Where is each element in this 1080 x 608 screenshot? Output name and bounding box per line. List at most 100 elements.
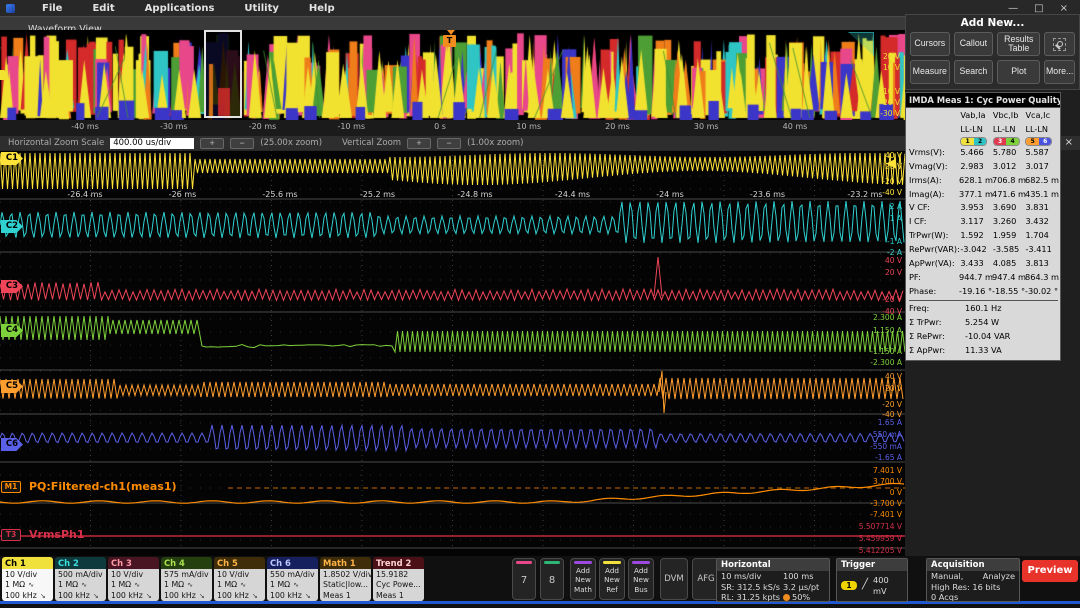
channel-badge-body: 10 V/div1 MΩ∿100 kHz↘ <box>108 569 159 601</box>
horizontal-value: SR: 312.5 kS/s <box>721 582 783 593</box>
source-pair-badge: 12 <box>960 137 987 146</box>
add-new-plot-button[interactable]: Plot <box>997 60 1040 84</box>
main-time-label: -26 ms <box>153 190 213 199</box>
channel-badge-line-text: 1 MΩ <box>164 580 184 589</box>
h-zoom-plus-button[interactable]: + <box>200 138 224 149</box>
trigger-panel[interactable]: Trigger1╱400 mV <box>836 558 908 602</box>
source-badge: 2 <box>974 138 987 145</box>
maximize-icon[interactable]: □ <box>1034 3 1043 14</box>
results-table-body: Vab,IaVbc,IbVca,IcLL-LNLL-LNLL-LN123456V… <box>906 108 1060 360</box>
channel-7-button[interactable]: 7 <box>512 558 536 600</box>
magnifier-icon <box>1053 38 1066 51</box>
channel-badge-body: 10 V/div1 MΩ∿100 kHz↘ <box>2 569 53 601</box>
add-new-math-button[interactable]: Add New Math <box>570 558 596 600</box>
channel-badge-line-text: 10 V/div <box>111 570 143 579</box>
channel-settings-badge-ch6[interactable]: Ch 6550 mA/div1 MΩ∿100 kHz↘ <box>267 557 318 601</box>
channel-badge-line: Meas 1 <box>376 591 423 601</box>
channel-8-button[interactable]: 8 <box>540 558 564 600</box>
h-zoom-scale-input[interactable] <box>110 138 194 149</box>
zoom-select-button[interactable] <box>1044 32 1075 56</box>
bandwidth-icon: ↘ <box>93 592 99 600</box>
minimize-icon[interactable]: — <box>1008 3 1018 14</box>
channel-settings-badge-ch4[interactable]: Ch 4575 mA/div1 MΩ∿100 kHz↘ <box>161 557 212 601</box>
h-zoom-factor: (25.00x zoom) <box>260 138 322 148</box>
add-new-panel: Add New... CursorsCalloutResults Table M… <box>905 14 1080 90</box>
horizontal-value: 50% <box>792 592 810 602</box>
channel-settings-badge-ch1[interactable]: Ch 110 V/div1 MΩ∿100 kHz↘ <box>2 557 53 601</box>
waveform-overview[interactable]: 20 V10 V-10 V-20 V-30 V T <box>0 30 905 120</box>
results-value: -18.55 ° <box>992 285 1025 299</box>
horizontal-panel[interactable]: Horizontal10 ms/div100 msSR: 312.5 kS/s3… <box>716 558 830 602</box>
channel-badge-line: 1 MΩ∿ <box>164 580 211 590</box>
menu-item-help[interactable]: Help <box>294 3 350 14</box>
imda-results-table[interactable]: IMDA Meas 1: Cyc Power Quality' Vab,IaVb… <box>905 92 1061 361</box>
menu-item-edit[interactable]: Edit <box>77 3 129 14</box>
results-value: 4.085 <box>993 257 1026 271</box>
channel-settings-badge-ch2[interactable]: Ch 2500 mA/div1 MΩ∿100 kHz↘ <box>55 557 106 601</box>
trigger-level: 400 mV <box>873 575 903 596</box>
results-value: 944.7 m <box>959 271 992 285</box>
overview-time-label: 10 ms <box>507 122 551 131</box>
results-value: 5.466 <box>960 146 993 160</box>
results-value: 377.1 m <box>959 188 992 202</box>
channel-badge-line: 1 MΩ∿ <box>58 580 105 590</box>
ac-coupling-icon: ∿ <box>240 581 246 589</box>
channel-badge-name: Math 1 <box>320 557 371 569</box>
add-new-callout-button[interactable]: Callout <box>954 32 994 56</box>
t3-scale-label: 5.459959 V <box>859 534 902 543</box>
channel-settings-badge-ch3[interactable]: Ch 310 V/div1 MΩ∿100 kHz↘ <box>108 557 159 601</box>
results-value: 3.690 <box>993 201 1026 215</box>
menu-item-applications[interactable]: Applications <box>130 3 230 14</box>
zoom-selection-box[interactable] <box>204 30 242 118</box>
channel-settings-badge-ch5[interactable]: Ch 510 V/div1 MΩ∿100 kHz↘ <box>214 557 265 601</box>
main-waveform-plot[interactable] <box>0 150 905 556</box>
t3-trace-label: VrmsPh1 <box>29 528 85 541</box>
c1-scale-label: -20 V <box>882 177 902 186</box>
add-new-bus-button[interactable]: Add New Bus <box>628 558 654 600</box>
v-zoom-plus-button[interactable]: + <box>407 138 431 149</box>
results-row-label: TrPwr(W): <box>909 229 960 243</box>
channel-color-stripe <box>544 561 560 564</box>
overview-time-label: -10 ms <box>329 122 373 131</box>
channel-button-label: 8 <box>541 575 563 586</box>
channel-badge-m1[interactable]: M1 <box>1 481 21 493</box>
close-icon[interactable]: × <box>1060 3 1068 14</box>
results-table-title[interactable]: IMDA Meas 1: Cyc Power Quality' <box>906 93 1060 108</box>
add-new-cursors-button[interactable]: Cursors <box>910 32 950 56</box>
more-button[interactable]: More... <box>1044 60 1075 84</box>
source-badge: 1 <box>961 138 974 145</box>
zoomed-waveform-view[interactable]: ◀ C140 V20 V-20 V-40 VC22 A1 A-1 A-2 AC3… <box>0 150 905 556</box>
results-subheader-row: LL-LNLL-LNLL-LN <box>909 123 1058 137</box>
channel-badge-line-text: Meas 1 <box>376 591 404 600</box>
preview-button[interactable]: Preview <box>1022 560 1078 582</box>
results-value: -3.042 <box>960 243 993 257</box>
acquisition-panel[interactable]: AcquisitionManual,AnalyzeHigh Res: 16 bi… <box>926 558 1020 602</box>
dvm-button[interactable]: DVM <box>660 558 688 600</box>
results-row: I CF:3.1173.2603.432 <box>909 215 1058 229</box>
channel-badge-name: Trend 2 <box>373 557 424 569</box>
acquisition-count: 0 Acqs <box>931 592 958 602</box>
results-row: Vrms(V):5.4665.7805.587 <box>909 146 1058 160</box>
add-new-measure-button[interactable]: Measure <box>910 60 950 84</box>
v-zoom-minus-button[interactable]: − <box>437 138 461 149</box>
results-row: TrPwr(W):1.5921.9591.704 <box>909 229 1058 243</box>
channel-settings-badge-trend2[interactable]: Trend 215.9182Cyc Powe...Meas 1 <box>373 557 424 601</box>
zoom-close-icon[interactable]: × <box>1065 136 1073 150</box>
add-new-results-table-button[interactable]: Results Table <box>997 32 1040 56</box>
results-value: 2.983 <box>960 160 993 174</box>
trigger-position-marker[interactable]: T <box>443 35 456 47</box>
channel-badge-line: 15.9182 <box>376 570 423 580</box>
menu-item-file[interactable]: File <box>27 3 77 14</box>
channel-badge-t3[interactable]: T3 <box>1 529 21 541</box>
add-new-search-button[interactable]: Search <box>954 60 994 84</box>
channel-badge-line-text: 10 V/div <box>217 570 249 579</box>
summary-row: Freq:160.1 Hz <box>909 302 1058 316</box>
bandwidth-icon: ↘ <box>146 592 152 600</box>
menu-item-utility[interactable]: Utility <box>229 3 293 14</box>
overview-scale-label: -30 V <box>880 109 900 118</box>
channel-settings-badge-math1[interactable]: Math 11.8502 V/divStatic|low...Meas 1 <box>320 557 371 601</box>
add-new-ref-button[interactable]: Add New Ref <box>599 558 625 600</box>
h-zoom-minus-button[interactable]: − <box>230 138 254 149</box>
results-column-header: Vbc,Ib <box>993 109 1026 123</box>
overview-time-axis: -40 ms-30 ms-20 ms-10 ms0 s10 ms20 ms30 … <box>0 120 905 136</box>
